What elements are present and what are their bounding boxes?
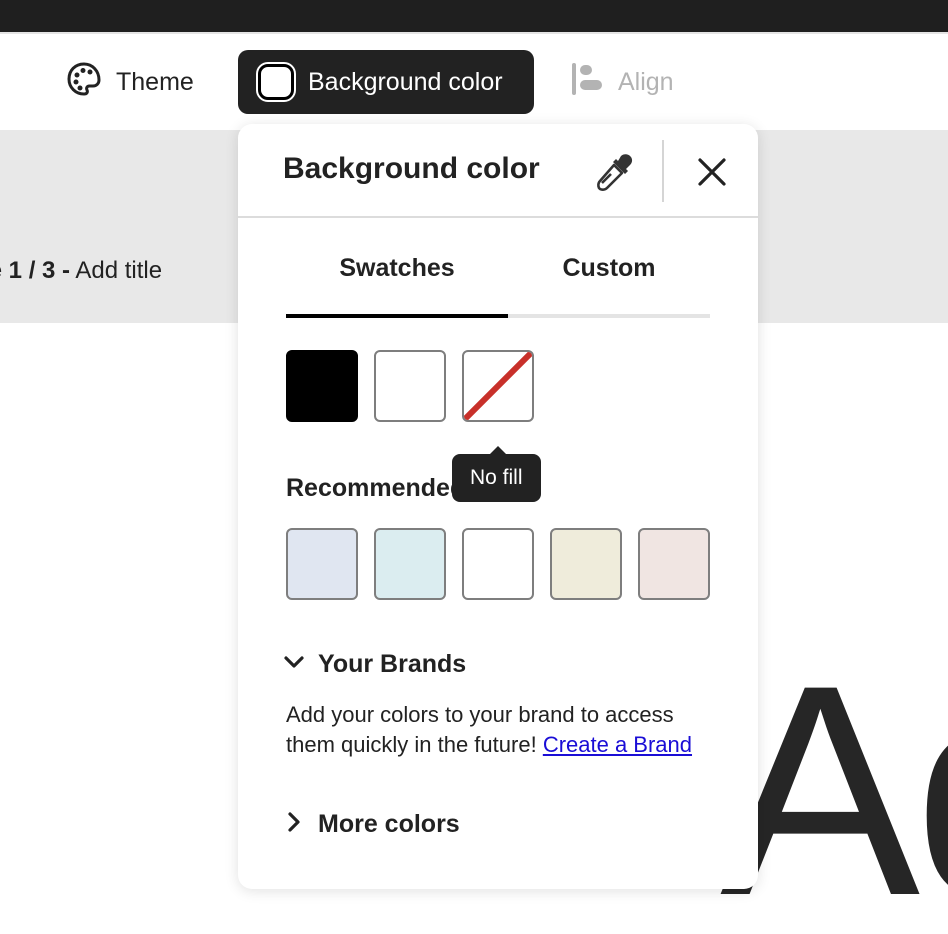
- toolbar: Theme Background color Align: [0, 32, 948, 128]
- no-fill-tooltip: No fill: [452, 446, 541, 502]
- page-label[interactable]: ge 1 / 3 - Add title: [0, 257, 162, 285]
- eyedropper-icon[interactable]: [593, 150, 637, 194]
- chevron-right-icon: [282, 810, 306, 839]
- page-number: ge 1 / 3 -: [0, 257, 71, 284]
- create-brand-link[interactable]: Create a Brand: [543, 732, 692, 757]
- more-colors-title: More colors: [318, 810, 460, 838]
- recommended-swatch[interactable]: [374, 528, 446, 600]
- theme-button[interactable]: Theme: [46, 50, 214, 114]
- recommended-swatch[interactable]: [550, 528, 622, 600]
- recommended-title: Recommended: [286, 474, 466, 502]
- close-icon[interactable]: [692, 152, 732, 192]
- top-app-bar: [0, 0, 948, 32]
- popover-header: Background color: [238, 124, 758, 218]
- your-brands-title: Your Brands: [318, 650, 467, 678]
- swatch-no-fill[interactable]: [462, 350, 534, 422]
- page-title[interactable]: Add title: [75, 257, 162, 284]
- chevron-down-icon: [282, 650, 306, 679]
- your-brands-toggle[interactable]: Your Brands: [282, 650, 466, 679]
- brands-description: Add your colors to your brand to access …: [286, 700, 726, 760]
- recommended-swatch[interactable]: [638, 528, 710, 600]
- recommended-swatch[interactable]: [286, 528, 358, 600]
- palette-icon: [66, 61, 102, 104]
- swatch-black[interactable]: [286, 350, 358, 422]
- no-fill-slash-icon: [464, 352, 532, 420]
- background-color-label: Background color: [308, 67, 503, 96]
- recommended-swatch[interactable]: [462, 528, 534, 600]
- color-tabs: Swatches Custom: [286, 248, 710, 320]
- tab-swatches[interactable]: Swatches: [286, 248, 508, 308]
- popover-title: Background color: [283, 152, 540, 185]
- header-divider: [662, 140, 664, 202]
- theme-label: Theme: [116, 67, 194, 96]
- color-swatch-icon: [256, 62, 296, 102]
- align-left-icon: [570, 61, 604, 104]
- tab-custom[interactable]: Custom: [498, 248, 720, 308]
- background-color-button[interactable]: Background color: [238, 50, 534, 114]
- background-color-popover: Background color Swatches Custom Recomme…: [238, 124, 758, 889]
- align-label: Align: [618, 67, 674, 96]
- tab-active-indicator: [286, 314, 508, 318]
- more-colors-toggle[interactable]: More colors: [282, 810, 460, 839]
- swatch-white[interactable]: [374, 350, 446, 422]
- align-button[interactable]: Align: [550, 50, 694, 114]
